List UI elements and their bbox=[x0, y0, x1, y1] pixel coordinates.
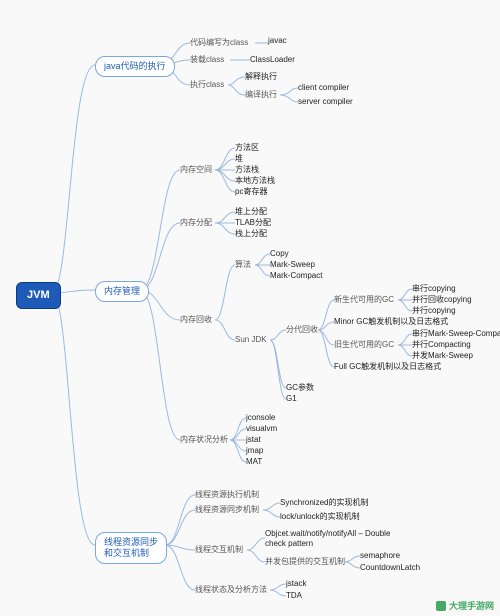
sub-mem-gc[interactable]: 内存回收 bbox=[180, 315, 212, 325]
leaf-algo-0[interactable]: Copy bbox=[270, 249, 289, 259]
sub-old-gc[interactable]: 旧生代可用的GC bbox=[334, 340, 394, 350]
leaf-young-2[interactable]: 并行copying bbox=[412, 306, 456, 316]
root-node[interactable]: JVM bbox=[16, 282, 61, 309]
leaf-conc-0[interactable]: semaphore bbox=[360, 551, 400, 561]
leaf-minor-gc[interactable]: Minor GC触发机制以及日志格式 bbox=[334, 317, 448, 327]
branch-thread[interactable]: 线程资源同步 和交互机制 bbox=[95, 532, 167, 564]
sub-compile-exec[interactable]: 编译执行 bbox=[245, 90, 277, 100]
leaf-anal-0[interactable]: jconsole bbox=[246, 413, 275, 423]
sub-load-class[interactable]: 装载class bbox=[190, 55, 224, 65]
sub-mem-space[interactable]: 内存空间 bbox=[180, 165, 212, 175]
sub-concurrent[interactable]: 并发包提供的交互机制 bbox=[265, 557, 345, 567]
leaf-algo-1[interactable]: Mark-Sweep bbox=[270, 260, 315, 270]
leaf-status-0[interactable]: jstack bbox=[286, 579, 306, 589]
leaf-old-1[interactable]: 并行Compacting bbox=[412, 340, 471, 350]
leaf-area-0[interactable]: 方法区 bbox=[235, 143, 259, 153]
sub-mem-alloc[interactable]: 内存分配 bbox=[180, 218, 212, 228]
leaf-classloader[interactable]: ClassLoader bbox=[250, 55, 295, 65]
sub-gen[interactable]: 分代回收 bbox=[286, 325, 318, 335]
leaf-g1[interactable]: G1 bbox=[286, 394, 297, 404]
sub-thread-exec[interactable]: 线程资源执行机制 bbox=[195, 490, 259, 500]
leaf-area-3[interactable]: 本地方法栈 bbox=[235, 176, 275, 186]
sub-compile-to-class[interactable]: 代码编写为class bbox=[190, 38, 248, 48]
leaf-gcparam[interactable]: GC参数 bbox=[286, 383, 314, 393]
leaf-interpret[interactable]: 解释执行 bbox=[245, 72, 277, 82]
leaf-alloc-0[interactable]: 堆上分配 bbox=[235, 207, 267, 217]
branch-code-exec[interactable]: java代码的执行 bbox=[95, 56, 175, 77]
sub-thread-interact[interactable]: 线程交互机制 bbox=[195, 545, 243, 555]
mindmap-canvas: JVM java代码的执行 代码编写为class javac 装载class C… bbox=[0, 0, 500, 616]
leaf-anal-3[interactable]: jmap bbox=[246, 446, 263, 456]
leaf-anal-2[interactable]: jstat bbox=[246, 435, 261, 445]
root-label: JVM bbox=[27, 289, 50, 301]
leaf-sync-1[interactable]: lock/unlock的实现机制 bbox=[280, 512, 360, 522]
leaf-old-2[interactable]: 并发Mark-Sweep bbox=[412, 351, 473, 361]
leaf-javac[interactable]: javac bbox=[268, 36, 287, 46]
leaf-young-1[interactable]: 并行回收copying bbox=[412, 295, 472, 305]
leaf-area-1[interactable]: 堆 bbox=[235, 154, 243, 164]
leaf-client-compiler[interactable]: client compiler bbox=[298, 83, 349, 93]
leaf-alloc-1[interactable]: TLAB分配 bbox=[235, 218, 271, 228]
leaf-area-2[interactable]: 方法栈 bbox=[235, 165, 259, 175]
leaf-old-0[interactable]: 串行Mark-Sweep-Compact bbox=[412, 329, 500, 339]
leaf-algo-2[interactable]: Mark-Compact bbox=[270, 271, 322, 281]
sub-young-gc[interactable]: 新生代可用的GC bbox=[334, 295, 394, 305]
sub-sunjdk[interactable]: Sun JDK bbox=[235, 335, 267, 345]
branch-label: 线程资源同步 和交互机制 bbox=[104, 537, 158, 558]
leaf-alloc-2[interactable]: 栈上分配 bbox=[235, 229, 267, 239]
watermark: 大理手游网 bbox=[436, 599, 494, 612]
sub-thread-sync[interactable]: 线程资源同步机制 bbox=[195, 505, 259, 515]
leaf-area-4[interactable]: pc寄存器 bbox=[235, 187, 267, 197]
sub-thread-status[interactable]: 线程状态及分析方法 bbox=[195, 585, 267, 595]
leaf-wait-notify[interactable]: Objcet.wait/notify/notifyAll – Double ch… bbox=[265, 529, 405, 548]
watermark-text: 大理手游网 bbox=[449, 599, 494, 612]
leaf-anal-4[interactable]: MAT bbox=[246, 457, 262, 467]
leaf-full-gc[interactable]: Full GC触发机制以及日志格式 bbox=[334, 362, 441, 372]
branch-label: 内存管理 bbox=[104, 286, 140, 296]
sub-run-class[interactable]: 执行class bbox=[190, 80, 224, 90]
leaf-server-compiler[interactable]: server compiler bbox=[298, 97, 353, 107]
sub-gc-algo[interactable]: 算法 bbox=[235, 260, 251, 270]
watermark-logo-icon bbox=[436, 601, 446, 611]
leaf-young-0[interactable]: 串行copying bbox=[412, 284, 456, 294]
sub-mem-analysis[interactable]: 内存状况分析 bbox=[180, 435, 228, 445]
leaf-status-1[interactable]: TDA bbox=[286, 591, 302, 601]
leaf-anal-1[interactable]: visualvm bbox=[246, 424, 277, 434]
branch-memory[interactable]: 内存管理 bbox=[95, 281, 149, 302]
branch-label: java代码的执行 bbox=[104, 61, 166, 71]
leaf-conc-1[interactable]: CountdownLatch bbox=[360, 563, 420, 573]
leaf-sync-0[interactable]: Synchronized的实现机制 bbox=[280, 498, 368, 508]
